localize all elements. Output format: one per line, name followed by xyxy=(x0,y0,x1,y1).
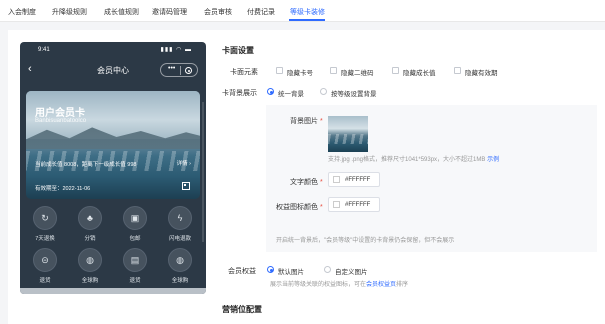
member-benefits-label: 会员权益 xyxy=(228,268,256,275)
benefit-item[interactable]: ◍ 全球购 xyxy=(157,248,203,284)
benefit-item[interactable]: ◍ 全球购 xyxy=(67,248,113,284)
close-circle-icon[interactable] xyxy=(185,67,192,74)
return-goods-icon: ▤ xyxy=(123,248,147,272)
text-color-picker[interactable]: #FFFFFF xyxy=(328,172,380,187)
benefit-label: 分销 xyxy=(84,236,96,242)
checkbox-label: 隐藏成长值 xyxy=(403,70,436,77)
icon-color-label: 权益图标颜色 * xyxy=(276,204,323,211)
benefit-item[interactable]: ♣ 分销 xyxy=(67,206,113,242)
phone-nav-bar: ‹ 会员中心 ••• xyxy=(20,60,206,82)
card-name: 用户会员卡 xyxy=(35,108,85,119)
signal-icon: ▮▮▮ ◠ ▬ xyxy=(160,47,192,53)
radio-label: 按等级设置背景 xyxy=(331,91,377,98)
phone-bottom-bar xyxy=(20,288,206,294)
tab-membership-system[interactable]: 入会制度 xyxy=(8,7,36,17)
return-icon: ↻ xyxy=(33,206,57,230)
qrcode-icon[interactable] xyxy=(182,182,190,190)
example-link[interactable]: 示例 xyxy=(487,157,499,163)
icon-color-picker[interactable]: #FFFFFF xyxy=(328,197,380,212)
custom-image-radio[interactable] xyxy=(324,266,331,273)
benefit-item[interactable]: ↻ 7天退换 xyxy=(22,206,68,242)
phone-status-bar: 9:41 ▮▮▮ ◠ ▬ xyxy=(20,42,206,58)
benefit-item[interactable]: ϟ 闪电退款 xyxy=(157,206,203,242)
hide-qrcode-checkbox[interactable] xyxy=(330,67,337,74)
text-color-label: 文字颜色 * xyxy=(290,179,323,186)
card-settings-title: 卡面设置 xyxy=(222,46,254,55)
main-panel: 9:41 ▮▮▮ ◠ ▬ ‹ 会员中心 ••• 用户会员卡 Banbisuanb… xyxy=(8,30,605,324)
hide-card-number-checkbox[interactable] xyxy=(276,67,283,74)
checkbox-label: 隐藏有效期 xyxy=(465,70,498,77)
card-detail-link[interactable]: 详情 › xyxy=(177,159,191,167)
active-tab-indicator xyxy=(289,19,325,21)
bg-image-upload[interactable] xyxy=(328,116,368,152)
tab-level-rules[interactable]: 升降级规则 xyxy=(52,7,87,17)
unified-bg-note: 开启统一背景后，"会员等级"中设置的卡背景仍会保留，但不会展示 xyxy=(276,238,455,244)
phone-scrollbar[interactable] xyxy=(202,102,204,242)
benefit-label: 闪电退款 xyxy=(168,236,191,242)
per-level-bg-radio[interactable] xyxy=(320,88,327,95)
marketing-settings-title: 营销位配置 xyxy=(222,305,262,314)
checkbox-label: 隐藏二维码 xyxy=(341,70,374,77)
card-number: Banbisuanbatoolco xyxy=(35,118,87,124)
lightning-refund-icon: ϟ xyxy=(168,206,192,230)
more-icon[interactable]: ••• xyxy=(168,65,175,72)
color-swatch xyxy=(333,201,340,208)
tab-growth-rules[interactable]: 成长值规则 xyxy=(104,7,139,17)
benefit-label: 退货 xyxy=(39,278,51,284)
card-bg-label: 卡背景展示 xyxy=(222,90,257,97)
text-color-value: #FFFFFF xyxy=(345,177,371,183)
radio-label: 统一背景 xyxy=(278,91,304,98)
default-image-radio[interactable] xyxy=(267,266,274,273)
tab-bar: 入会制度 升降级规则 成长值规则 邀请码管理 会员审核 付费记录 等级卡装修 xyxy=(0,0,605,22)
benefits-page-link[interactable]: 会员权益页 xyxy=(366,282,396,288)
mini-program-capsule[interactable]: ••• xyxy=(160,63,198,77)
tab-card-design[interactable]: 等级卡装修 xyxy=(290,7,325,17)
card-elements-label: 卡面元素 xyxy=(230,69,258,76)
member-card-preview: 用户会员卡 Banbisuanbatoolco 当前成长值 8008，距离下一级… xyxy=(26,91,200,199)
color-swatch xyxy=(333,176,340,183)
radio-label: 自定义图片 xyxy=(335,269,368,276)
benefit-label: 包邮 xyxy=(129,236,141,242)
benefit-label: 全球购 xyxy=(171,278,189,284)
bg-image-hint: 支持.jpg .png格式，推荐尺寸1041*593px，大小不超过1MB 示例 xyxy=(328,157,500,163)
free-shipping-icon: ▣ xyxy=(123,206,147,230)
hide-growth-checkbox[interactable] xyxy=(392,67,399,74)
hide-validity-checkbox[interactable] xyxy=(454,67,461,74)
checkbox-label: 隐藏卡号 xyxy=(287,70,313,77)
phone-time: 9:41 xyxy=(38,47,50,53)
icon-color-value: #FFFFFF xyxy=(345,202,371,208)
distribution-icon: ♣ xyxy=(78,206,102,230)
unified-bg-radio[interactable] xyxy=(267,88,274,95)
benefits-hint: 展示当前等级关联的权益图标，可在会员权益页排序 xyxy=(270,282,409,288)
tab-member-review[interactable]: 会员审核 xyxy=(204,7,232,17)
benefit-item[interactable]: ▣ 包邮 xyxy=(112,206,158,242)
radio-label: 默认图片 xyxy=(278,269,304,276)
return-goods-icon: ⊝ xyxy=(33,248,57,272)
bg-image-label: 背景图片 * xyxy=(290,118,323,125)
benefit-item[interactable]: ⊝ 退货 xyxy=(22,248,68,284)
benefit-label: 7天退换 xyxy=(35,236,55,242)
tab-payment-records[interactable]: 付费记录 xyxy=(247,7,275,17)
capsule-divider xyxy=(180,66,181,75)
phone-preview: 9:41 ▮▮▮ ◠ ▬ ‹ 会员中心 ••• 用户会员卡 Banbisuanb… xyxy=(20,42,206,294)
benefit-label: 全球购 xyxy=(81,278,99,284)
global-purchase-icon: ◍ xyxy=(168,248,192,272)
global-purchase-icon: ◍ xyxy=(78,248,102,272)
benefit-label: 退货 xyxy=(129,278,141,284)
benefit-item[interactable]: ▤ 退货 xyxy=(112,248,158,284)
card-growth: 当前成长值 8008，距离下一级成长值 998 xyxy=(35,162,137,168)
tab-invite-codes[interactable]: 邀请码管理 xyxy=(152,7,187,17)
card-valid-until: 有效期至：2022-11-06 xyxy=(35,186,91,192)
